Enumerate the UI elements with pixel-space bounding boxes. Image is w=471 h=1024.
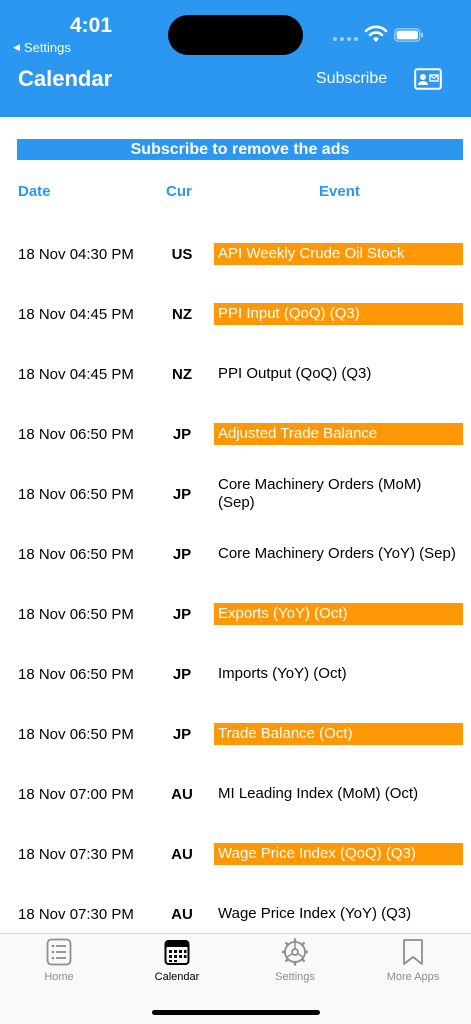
subscribe-banner[interactable]: Subscribe to remove the ads: [17, 139, 463, 160]
tab-label: More Apps: [386, 971, 440, 983]
bookmark-icon: [403, 939, 423, 965]
tab-label: Calendar: [154, 971, 200, 983]
event-name-cell: Core Machinery Orders (MoM) (Sep): [214, 464, 463, 524]
back-label: Settings: [23, 40, 71, 55]
subscribe-button[interactable]: Subscribe: [316, 70, 387, 88]
event-name: Wage Price Index (YoY) (Q3): [218, 905, 412, 922]
event-row[interactable]: 18 Nov 06:50 PM JP Core Machinery Orders (…: [0, 464, 471, 524]
event-currency: AU: [171, 905, 193, 923]
event-date: 18 Nov 06:50 PM: [18, 485, 134, 503]
event-row[interactable]: 18 Nov 07:00 PM AU MI Leading Index (MoM) …: [0, 764, 471, 824]
event-currency: JP: [172, 605, 192, 623]
calendar-icon: [164, 940, 190, 965]
event-name-cell: Core Machinery Orders (YoY) (Sep): [214, 524, 463, 584]
event-name-cell: MI Leading Index (MoM) (Oct): [214, 764, 463, 824]
event-row[interactable]: 18 Nov 06:50 PM JP Core Machinery Orders (…: [0, 524, 471, 584]
tab-home[interactable]: Home: [0, 934, 118, 994]
back-to-settings-link[interactable]: ◀ Settings: [13, 40, 71, 55]
event-date: 18 Nov 04:45 PM: [18, 305, 134, 323]
event-name-cell: API Weekly Crude Oil Stock: [214, 224, 463, 284]
event-row[interactable]: 18 Nov 07:30 PM AU Wage Price Index (QoQ) …: [0, 824, 471, 884]
event-name: Exports (YoY) (Oct): [214, 603, 463, 625]
event-date: 18 Nov 06:50 PM: [18, 725, 134, 743]
event-name: Trade Balance (Oct): [214, 723, 463, 745]
event-row[interactable]: 18 Nov 07:30 PM AU Wage Price Index (YoY) …: [0, 884, 471, 934]
event-name: Core Machinery Orders (YoY) (Sep): [218, 545, 456, 562]
event-row[interactable]: 18 Nov 06:50 PM JP Trade Balance (Oct): [0, 704, 471, 764]
tab-calendar[interactable]: Calendar: [118, 934, 236, 994]
event-name-cell: Trade Balance (Oct): [214, 704, 463, 764]
event-name-cell: Imports (YoY) (Oct): [214, 644, 463, 704]
battery-icon: [394, 28, 423, 42]
event-name-cell: Adjusted Trade Balance: [214, 404, 463, 464]
tab-settings[interactable]: Settings: [236, 934, 354, 994]
tab-more-apps[interactable]: More Apps: [354, 934, 471, 994]
dynamic-island: [168, 15, 303, 55]
event-row[interactable]: 18 Nov 06:50 PM JP Imports (YoY) (Oct): [0, 644, 471, 704]
event-row[interactable]: 18 Nov 04:30 PM US API Weekly Crude Oil St…: [0, 224, 471, 284]
page-title: Calendar: [18, 66, 113, 91]
event-name: Wage Price Index (QoQ) (Q3): [214, 843, 463, 865]
event-name: Imports (YoY) (Oct): [218, 665, 347, 682]
event-date: 18 Nov 06:50 PM: [18, 605, 134, 623]
event-date: 18 Nov 06:50 PM: [18, 425, 134, 443]
wifi-icon: [364, 25, 388, 42]
event-name: API Weekly Crude Oil Stock: [214, 243, 463, 265]
event-date: 18 Nov 04:45 PM: [18, 365, 134, 383]
event-row[interactable]: 18 Nov 06:50 PM JP Adjusted Trade Balance: [0, 404, 471, 464]
event-name-cell: Exports (YoY) (Oct): [214, 584, 463, 644]
event-currency: JP: [172, 665, 192, 683]
event-date: 18 Nov 07:00 PM: [18, 785, 134, 803]
event-row[interactable]: 18 Nov 06:50 PM JP Exports (YoY) (Oct): [0, 584, 471, 644]
event-currency: US: [171, 245, 193, 263]
event-row[interactable]: 18 Nov 04:45 PM NZ PPI Output (QoQ) (Q3): [0, 344, 471, 404]
nav-header: 4:01 ◀ Settings Calendar Subscribe: [0, 0, 471, 117]
tab-label: Home: [44, 971, 74, 983]
event-name: Adjusted Trade Balance: [214, 423, 463, 445]
event-name: MI Leading Index (MoM) (Oct): [218, 785, 419, 802]
event-name-cell: PPI Input (QoQ) (Q3): [214, 284, 463, 344]
list-icon: [46, 938, 72, 966]
event-currency: JP: [172, 725, 192, 743]
event-date: 18 Nov 04:30 PM: [18, 245, 134, 263]
event-currency: NZ: [172, 365, 192, 383]
event-currency: JP: [172, 545, 192, 563]
event-currency: JP: [172, 485, 192, 503]
tab-label: Settings: [275, 971, 315, 983]
gear-icon: [282, 938, 308, 966]
events-list[interactable]: 18 Nov 04:30 PM US API Weekly Crude Oil St…: [0, 224, 471, 934]
cellular-signal-icon: [333, 37, 358, 41]
event-name-cell: Wage Price Index (YoY) (Q3): [214, 884, 463, 934]
event-date: 18 Nov 07:30 PM: [18, 905, 134, 923]
event-name-cell: Wage Price Index (QoQ) (Q3): [214, 824, 463, 884]
column-header-event: Event: [319, 183, 360, 200]
column-header-currency: Cur: [166, 183, 192, 200]
event-currency: NZ: [172, 305, 192, 323]
event-name-cell: PPI Output (QoQ) (Q3): [214, 344, 463, 404]
event-currency: JP: [172, 425, 192, 443]
column-header-date: Date: [18, 183, 51, 200]
event-name: PPI Input (QoQ) (Q3): [214, 303, 463, 325]
event-row[interactable]: 18 Nov 04:45 PM NZ PPI Input (QoQ) (Q3): [0, 284, 471, 344]
event-date: 18 Nov 06:50 PM: [18, 545, 134, 563]
status-time: 4:01: [70, 14, 113, 37]
event-currency: AU: [171, 785, 193, 803]
event-date: 18 Nov 07:30 PM: [18, 845, 134, 863]
home-indicator: [152, 1010, 320, 1015]
event-date: 18 Nov 06:50 PM: [18, 665, 134, 683]
event-name: Core Machinery Orders (MoM) (Sep): [218, 476, 422, 511]
event-name: PPI Output (QoQ) (Q3): [218, 365, 372, 382]
contact-card-icon[interactable]: [414, 68, 442, 90]
back-triangle-icon: ◀: [13, 42, 20, 52]
event-currency: AU: [171, 845, 193, 863]
